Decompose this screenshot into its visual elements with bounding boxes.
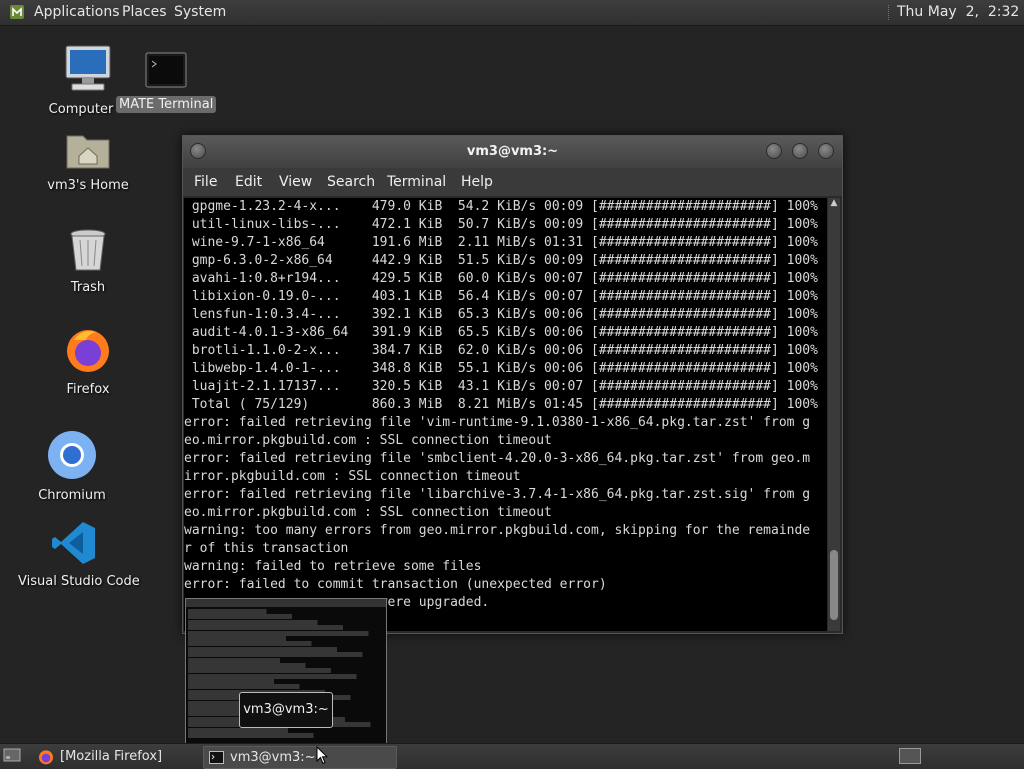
terminal-line: error: failed retrieving file 'smbclient… xyxy=(184,451,811,466)
terminal-icon xyxy=(145,52,187,88)
thumbnail-line xyxy=(188,630,384,636)
terminal-line: avahi-1:0.8+r194... 429.5 KiB 60.0 KiB/s… xyxy=(184,271,818,286)
terminal-window[interactable]: vm3@vm3:~ File Edit View Search Terminal… xyxy=(182,135,843,634)
thumbnail-line xyxy=(188,635,384,641)
terminal-line: luajit-2.1.17137... 320.5 KiB 43.1 KiB/s… xyxy=(184,379,818,394)
desktop-icon-chromium[interactable]: Chromium xyxy=(36,430,108,503)
desktop-icon-label: Trash xyxy=(70,280,106,295)
clock[interactable]: Thu May 2, 2:32 PM xyxy=(897,4,1024,20)
taskbar-item-terminal[interactable]: vm3@vm3:~ xyxy=(203,746,397,769)
thumbnail-line xyxy=(188,619,384,625)
terminal-line: util-linux-libs-... 472.1 KiB 50.7 KiB/s… xyxy=(184,217,818,232)
terminal-line: r of this transaction xyxy=(184,541,349,556)
thumbnail-line xyxy=(188,679,384,685)
terminal-line: gpgme-1.23.2-4-x... 479.0 KiB 54.2 KiB/s… xyxy=(184,199,818,214)
workspace-switcher[interactable] xyxy=(899,748,921,764)
menu-view[interactable]: View xyxy=(279,174,312,190)
terminal-line: libixion-0.19.0-... 403.1 KiB 56.4 KiB/s… xyxy=(184,289,818,304)
terminal-line: audit-4.0.1-3-x86_64 391.9 KiB 65.5 KiB/… xyxy=(184,325,818,340)
thumbnail-line xyxy=(188,732,384,738)
terminal-line: error: failed retrieving file 'libarchiv… xyxy=(184,487,811,502)
applications-menu[interactable]: Applications xyxy=(34,4,120,20)
desktop-icon-computer[interactable]: Computer xyxy=(49,44,124,117)
desktop-icon-mate-terminal[interactable]: MATE Terminal xyxy=(116,52,216,113)
taskbar-item-label: [Mozilla Firefox] xyxy=(60,749,163,764)
menu-edit[interactable]: Edit xyxy=(235,174,262,190)
terminal-icon xyxy=(209,751,224,764)
terminal-line: warning: too many errors from geo.mirror… xyxy=(184,523,811,538)
terminal-line: eo.mirror.pkgbuild.com : SSL connection … xyxy=(184,505,552,520)
scroll-up-arrow-icon[interactable]: ▲ xyxy=(829,198,839,208)
thumbnail-menubar xyxy=(186,599,386,607)
trash-icon xyxy=(70,229,106,271)
terminal-line: error: failed retrieving file 'vim-runti… xyxy=(184,415,811,430)
terminal-line: libwebp-1.4.0-1-... 348.8 KiB 55.1 KiB/s… xyxy=(184,361,818,376)
window-titlebar[interactable]: vm3@vm3:~ xyxy=(183,136,842,168)
taskbar-item-label: vm3@vm3:~ xyxy=(230,750,316,765)
terminal-line: eo.mirror.pkgbuild.com : SSL connection … xyxy=(184,433,552,448)
thumbnail-line xyxy=(188,609,384,614)
minimize-button[interactable] xyxy=(766,143,782,159)
system-menu[interactable]: System xyxy=(174,4,226,20)
close-button[interactable] xyxy=(818,143,834,159)
mouse-cursor-icon xyxy=(316,746,328,765)
show-desktop-icon[interactable] xyxy=(3,748,21,763)
thumbnail-line xyxy=(188,614,384,620)
taskbar-item-firefox[interactable]: [Mozilla Firefox] xyxy=(34,746,220,767)
thumbnail-line xyxy=(188,641,384,647)
places-menu[interactable]: Places xyxy=(122,4,167,20)
desktop-icon-label: Computer xyxy=(48,102,114,117)
thumbnail-line xyxy=(188,662,384,668)
thumbnail-line xyxy=(188,652,384,658)
desktop-icon-vscode[interactable]: Visual Studio Code xyxy=(18,520,140,589)
menu-search[interactable]: Search xyxy=(327,174,375,190)
thumbnail-line xyxy=(188,673,384,679)
desktop-icon-label: MATE Terminal xyxy=(116,96,216,113)
desktop-icon-label: vm3's Home xyxy=(47,178,129,193)
menu-terminal[interactable]: Terminal xyxy=(387,174,446,190)
home-folder-icon xyxy=(66,135,110,169)
thumbnail-line xyxy=(188,646,384,652)
terminal-menubar: File Edit View Search Terminal Help xyxy=(183,168,842,196)
terminal-output[interactable]: gpgme-1.23.2-4-x... 479.0 KiB 54.2 KiB/s… xyxy=(184,198,827,631)
window-title: vm3@vm3:~ xyxy=(466,144,559,159)
maximize-button[interactable] xyxy=(792,143,808,159)
terminal-line: lensfun-1:0.3.4-... 392.1 KiB 65.3 KiB/s… xyxy=(184,307,818,322)
terminal-line: gmp-6.3.0-2-x86_64 442.9 KiB 51.5 KiB/s … xyxy=(184,253,818,268)
firefox-icon xyxy=(39,750,53,765)
preview-tooltip: vm3@vm3:~ xyxy=(239,692,333,728)
menu-help[interactable]: Help xyxy=(461,174,493,190)
menu-file[interactable]: File xyxy=(194,174,217,190)
terminal-line: warning: failed to retrieve some files xyxy=(184,559,482,574)
desktop-icon-label: Chromium xyxy=(38,488,106,503)
firefox-icon xyxy=(67,330,109,372)
terminal-line: irror.pkgbuild.com : SSL connection time… xyxy=(184,469,521,484)
scrollbar[interactable]: ▲ xyxy=(828,198,840,631)
thumbnail-line xyxy=(188,657,384,663)
terminal-line: Total ( 75/129) 860.3 MiB 8.21 MiB/s 01:… xyxy=(184,397,818,412)
desktop-icon-home[interactable]: vm3's Home xyxy=(44,128,132,193)
mate-logo-icon[interactable] xyxy=(9,4,25,20)
thumbnail-line xyxy=(188,727,384,733)
terminal-line: brotli-1.1.0-2-x... 384.7 KiB 62.0 KiB/s… xyxy=(184,343,818,358)
thumbnail-line xyxy=(188,684,384,690)
computer-icon xyxy=(65,45,111,91)
desktop-icon-trash[interactable]: Trash xyxy=(52,228,124,295)
vscode-icon xyxy=(52,522,95,564)
thumbnail-line xyxy=(188,625,384,631)
desktop-icon-firefox[interactable]: Firefox xyxy=(52,326,124,397)
terminal-line: wine-9.7-1-x86_64 191.6 MiB 2.11 MiB/s 0… xyxy=(184,235,818,250)
thumbnail-line xyxy=(188,668,384,674)
panel-separator xyxy=(888,5,892,20)
top-panel: Applications Places System Thu May 2, 2:… xyxy=(0,0,1024,26)
chromium-icon xyxy=(48,431,96,479)
scrollbar-thumb[interactable] xyxy=(830,550,838,620)
terminal-line: error: failed to commit transaction (une… xyxy=(184,577,607,592)
desktop-icon-label: Visual Studio Code xyxy=(18,574,140,589)
desktop-icon-label: Firefox xyxy=(66,382,110,397)
bottom-panel: [Mozilla Firefox] vm3@vm3:~ xyxy=(0,743,1024,769)
